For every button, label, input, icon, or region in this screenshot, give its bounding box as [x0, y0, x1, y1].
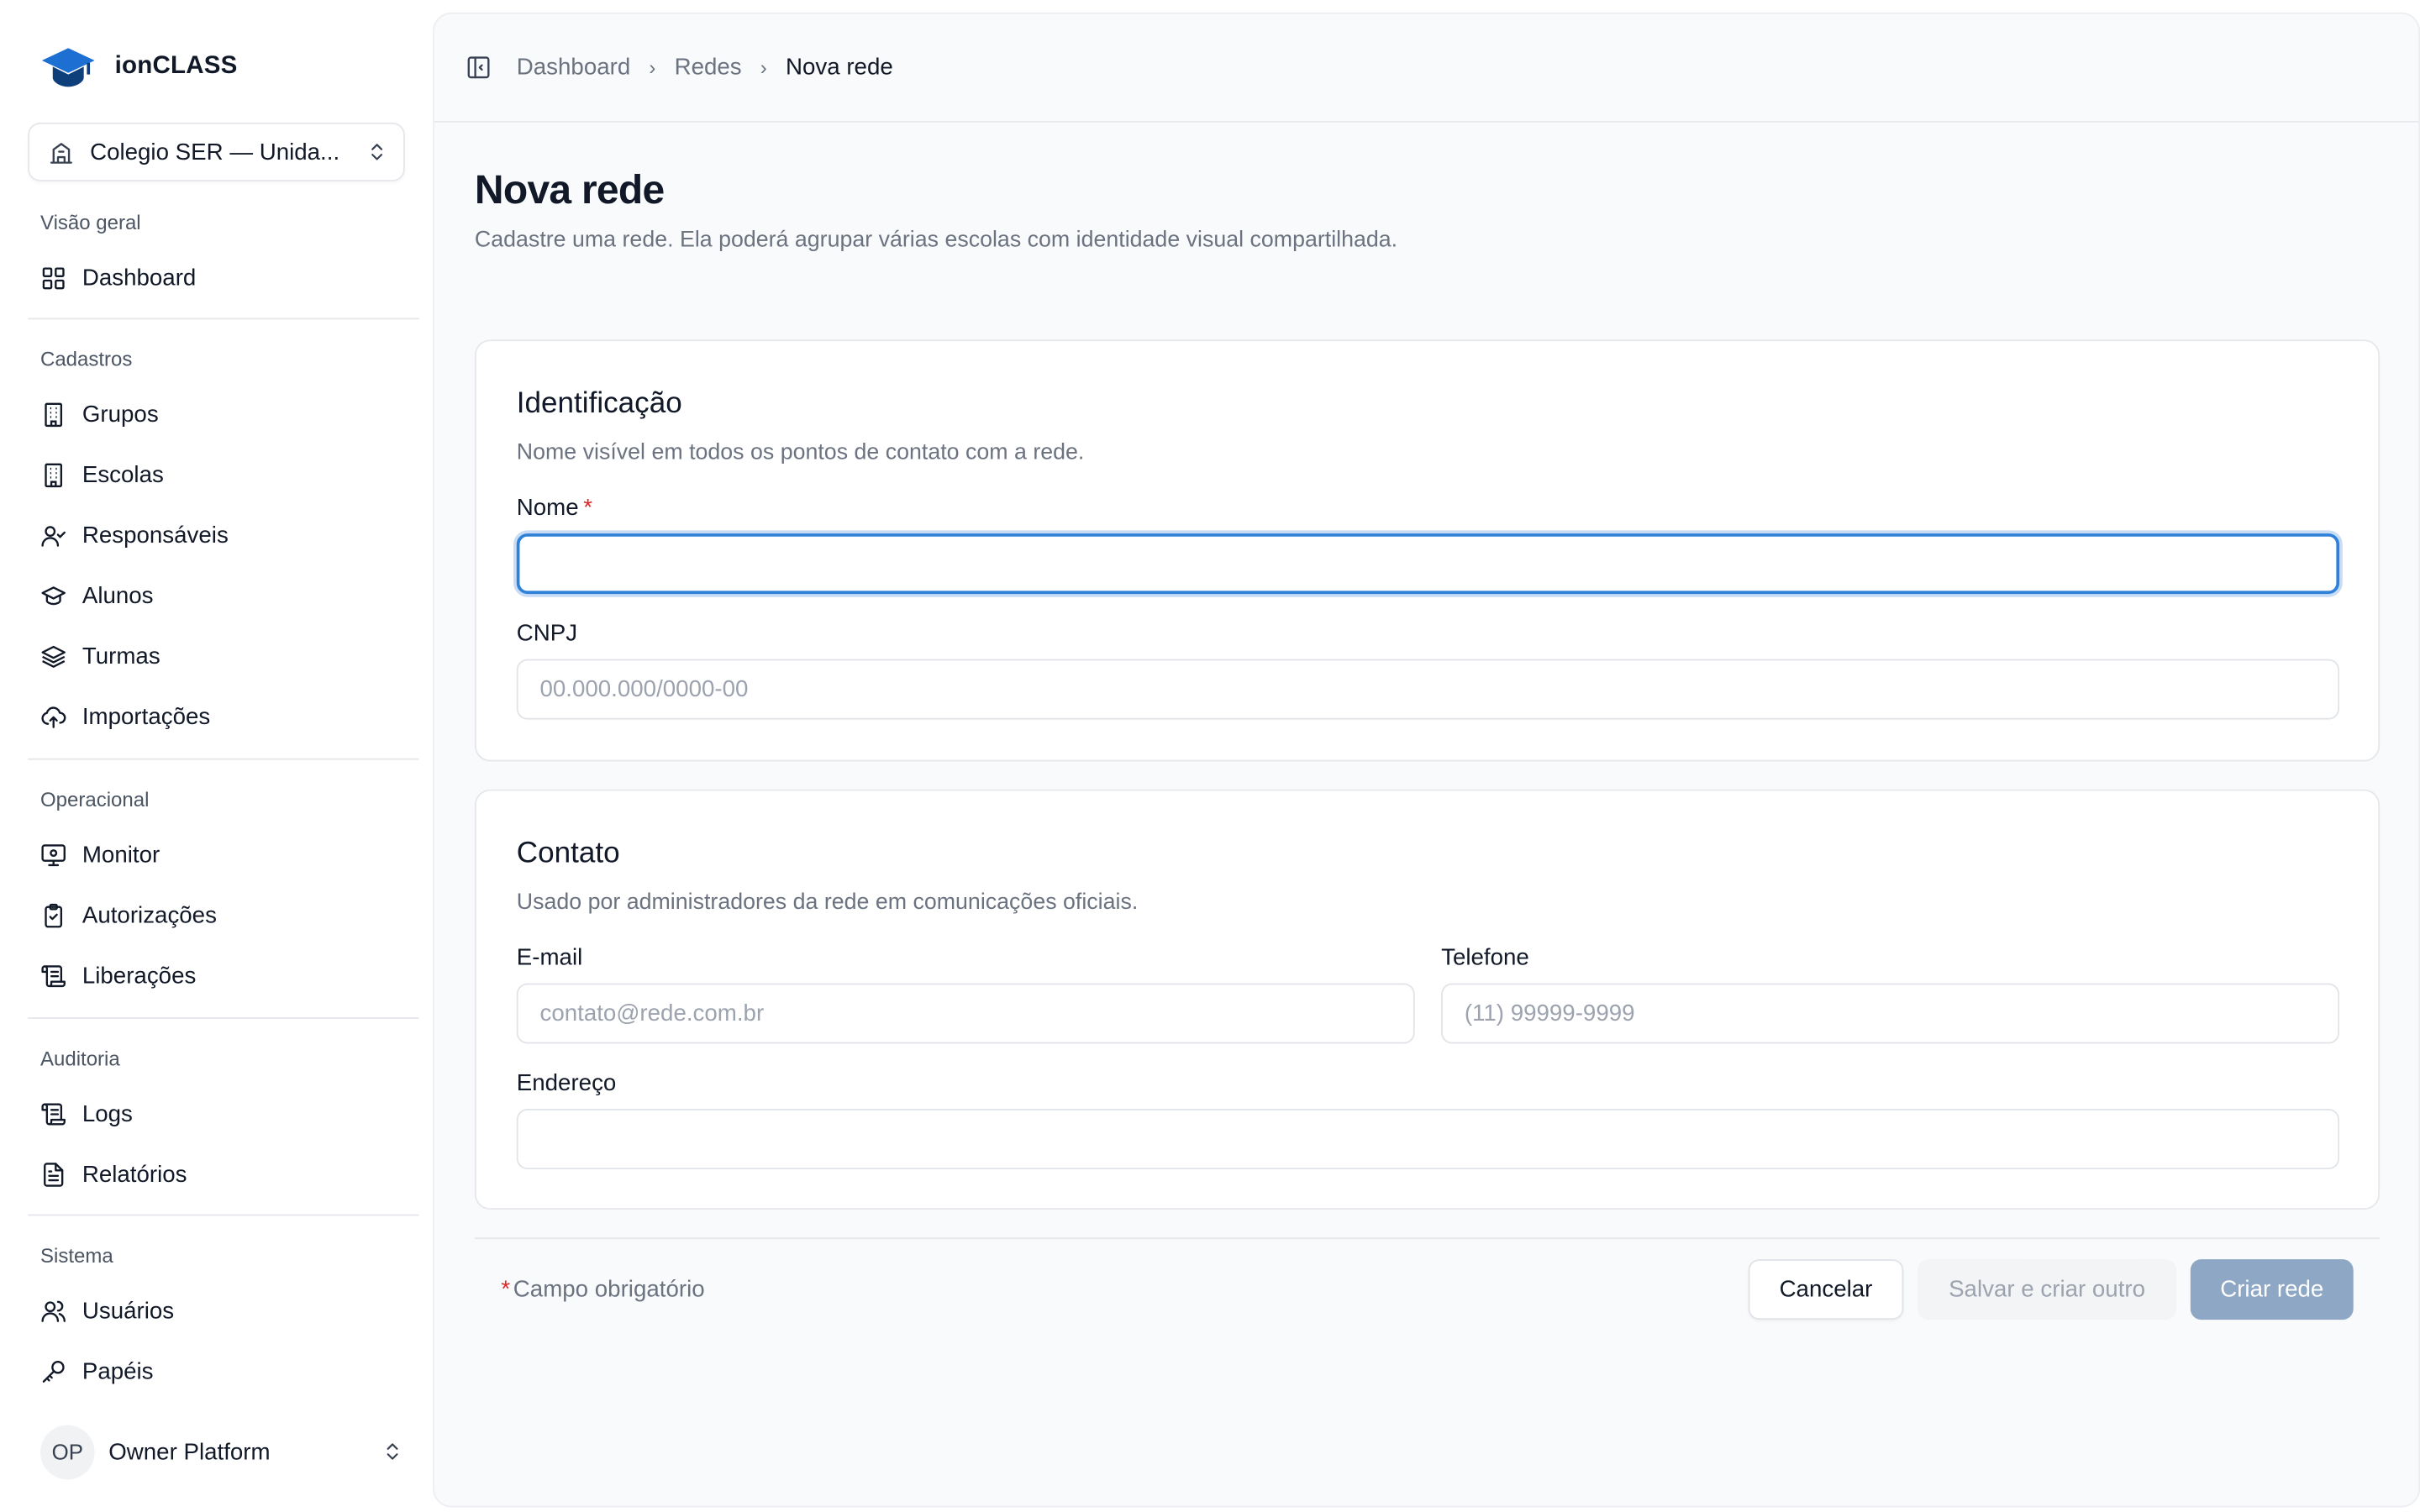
card-subtitle: Usado por administradores da rede em com… [516, 890, 1139, 916]
sidebar-item-papeis[interactable]: Papéis [40, 1351, 154, 1391]
sidebar-item-label: Importações [82, 703, 211, 730]
form-footer-divider [474, 1237, 2381, 1240]
breadcrumb: Dashboard › Redes › Nova rede [517, 55, 893, 81]
cnpj-input[interactable] [516, 659, 2340, 720]
sidebar-item-escolas[interactable]: Escolas [40, 454, 164, 495]
sidebar: ionCLASS Colegio SER — Unida... Visão ge… [0, 0, 432, 1512]
sidebar-item-label: Escolas [82, 461, 164, 488]
app-logo[interactable]: ionCLASS [40, 44, 238, 90]
telefone-input[interactable] [1441, 983, 2340, 1044]
page-title: Nova rede [474, 165, 665, 213]
sidebar-item-label: Turmas [82, 643, 160, 669]
required-mark: * [501, 1276, 511, 1303]
school-icon [50, 142, 72, 163]
create-rede-button[interactable]: Criar rede [2190, 1259, 2354, 1320]
contato-card: Contato Usado por administradores da red… [474, 789, 2381, 1210]
breadcrumb-link-dashboard[interactable]: Dashboard [517, 55, 630, 81]
user-name: Owner Platform [108, 1438, 271, 1465]
sidebar-item-usuarios[interactable]: Usuários [40, 1290, 174, 1331]
sidebar-item-label: Liberações [82, 962, 197, 989]
save-and-create-another-button[interactable]: Salvar e criar outro [1917, 1259, 2177, 1320]
graduation-cap-logo-icon [41, 48, 95, 87]
telefone-label: Telefone [1441, 944, 1529, 971]
sidebar-item-label: Usuários [82, 1297, 175, 1324]
sidebar-item-label: Grupos [82, 401, 159, 428]
card-title: Identificação [516, 387, 682, 421]
sidebar-item-label: Responsáveis [82, 522, 229, 549]
sidebar-item-importacoes[interactable]: Importações [40, 696, 210, 737]
chevrons-up-down-icon [371, 144, 383, 160]
cancel-button[interactable]: Cancelar [1748, 1259, 1904, 1320]
sidebar-item-logs[interactable]: Logs [40, 1094, 133, 1134]
chevron-right-icon: › [649, 55, 656, 80]
email-label: E-mail [516, 944, 583, 971]
sidebar-item-label: Logs [82, 1100, 133, 1127]
scroll-icon [41, 1102, 66, 1125]
required-note: * Campo obrigatório [501, 1276, 704, 1302]
sidebar-toggle-icon[interactable] [466, 55, 492, 81]
breadcrumb-current: Nova rede [785, 54, 893, 81]
sidebar-item-label: Papéis [82, 1357, 154, 1384]
required-note-text: Campo obrigatório [513, 1276, 705, 1303]
clipboard-check-icon [45, 903, 63, 927]
sidebar-item-dashboard[interactable]: Dashboard [40, 257, 196, 297]
nome-label: Nome * [517, 495, 592, 521]
user-check-icon [41, 525, 66, 546]
app-name: ionCLASS [114, 52, 238, 80]
sidebar-item-responsaveis[interactable]: Responsáveis [40, 515, 229, 555]
nome-input[interactable] [516, 533, 2340, 595]
sidebar-item-turmas[interactable]: Turmas [40, 636, 160, 676]
email-input[interactable] [516, 983, 1415, 1044]
topbar: Dashboard › Redes › Nova rede [434, 14, 2419, 123]
upload-cloud-icon [41, 706, 66, 727]
sidebar-item-label: Alunos [82, 582, 154, 609]
sidebar-item-label: Monitor [82, 841, 160, 868]
page-subtitle: Cadastre uma rede. Ela poderá agrupar vá… [474, 228, 1398, 253]
section-label-sistema: Sistema [40, 1243, 113, 1268]
dashboard-icon [42, 266, 65, 289]
sidebar-item-label: Dashboard [82, 264, 197, 291]
building-icon [45, 462, 63, 487]
sidebar-item-monitor[interactable]: Monitor [40, 834, 160, 874]
file-text-icon [44, 1162, 64, 1186]
key-icon [42, 1360, 65, 1382]
sidebar-item-label: Autorizações [82, 901, 217, 928]
breadcrumb-link-redes[interactable]: Redes [675, 55, 742, 81]
sidebar-divider [28, 1214, 419, 1216]
section-label-auditoria: Auditoria [40, 1047, 120, 1070]
endereco-label: Endereço [516, 1069, 617, 1097]
nome-label-text: Nome [516, 494, 579, 522]
main-content: Dashboard › Redes › Nova rede Nova rede … [433, 12, 2420, 1508]
avatar: OP [40, 1424, 95, 1479]
users-icon [41, 1299, 66, 1321]
school-name: Colegio SER — Unida... [90, 139, 340, 165]
graduation-cap-icon [41, 585, 66, 605]
chevron-right-icon: › [760, 55, 767, 80]
sidebar-item-liberacoes[interactable]: Liberações [40, 955, 196, 995]
chevrons-up-down-icon [387, 1443, 398, 1460]
sidebar-item-label: Relatórios [82, 1160, 187, 1188]
cnpj-label: CNPJ [516, 620, 578, 647]
section-label-visao-geral: Visão geral [40, 211, 141, 234]
section-label-cadastros: Cadastros [40, 347, 133, 371]
layers-icon [41, 644, 66, 667]
identificacao-card: Identificação Nome visível em todos os p… [474, 339, 2381, 762]
sidebar-divider [28, 758, 419, 760]
card-subtitle: Nome visível em todos os pontos de conta… [516, 440, 1085, 465]
sidebar-item-autorizacoes[interactable]: Autorizações [40, 895, 217, 935]
endereco-input[interactable] [516, 1109, 2340, 1170]
school-selector[interactable]: Colegio SER — Unida... [28, 122, 405, 182]
sidebar-item-alunos[interactable]: Alunos [40, 575, 154, 616]
sidebar-divider [28, 318, 419, 320]
section-label-operacional: Operacional [40, 787, 150, 811]
sidebar-item-relatorios[interactable]: Relatórios [40, 1154, 187, 1194]
card-title: Contato [516, 837, 620, 870]
sidebar-item-grupos[interactable]: Grupos [40, 394, 159, 434]
scroll-icon [41, 964, 66, 987]
user-menu[interactable]: OP Owner Platform [40, 1424, 403, 1479]
building-icon [45, 402, 63, 427]
monitor-icon [41, 843, 66, 866]
required-mark: * [583, 494, 592, 522]
sidebar-divider [28, 1017, 419, 1019]
